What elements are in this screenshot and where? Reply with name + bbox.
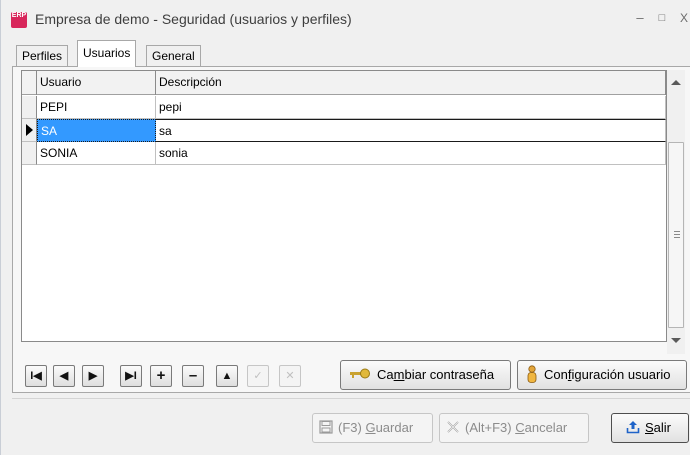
footer-separator — [12, 398, 690, 399]
users-grid[interactable]: Usuario Descripción PEPI pepi SA sa SONI… — [21, 70, 667, 342]
user-configuration-button[interactable]: Configuración usuario — [517, 360, 687, 390]
cancel-label: (Alt+F3) Cancelar — [465, 420, 568, 435]
tab-usuarios[interactable]: Usuarios — [77, 40, 137, 67]
window: ERP Empresa de demo - Seguridad (usuario… — [0, 0, 690, 455]
row-indicator[interactable] — [22, 96, 37, 119]
grid-vertical-scrollbar[interactable] — [667, 70, 685, 354]
exit-label: Salir — [645, 420, 672, 435]
save-button[interactable]: (F3) Guardar — [312, 413, 433, 443]
nav-prior-button[interactable]: ◀ — [53, 365, 75, 387]
scrollbar-thumb[interactable] — [668, 142, 684, 328]
grip-line — [674, 234, 680, 235]
scroll-down-arrow-icon[interactable] — [671, 338, 681, 343]
minimize-button[interactable]: – — [633, 10, 647, 26]
column-header-descripcion[interactable]: Descripción — [156, 71, 666, 95]
window-title: Empresa de demo - Seguridad (usuarios y … — [35, 11, 352, 27]
row-indicator-current[interactable] — [22, 119, 37, 142]
nav-edit-button[interactable]: ▲ — [216, 365, 238, 387]
cell-descripcion[interactable]: pepi — [156, 96, 666, 119]
header-indicator-cell — [22, 71, 37, 95]
cell-descripcion[interactable]: sonia — [156, 142, 666, 165]
floppy-disk-icon — [319, 420, 333, 434]
nav-delete-button[interactable]: – — [182, 365, 204, 387]
tab-general[interactable]: General — [146, 45, 201, 67]
column-header-usuario[interactable]: Usuario — [37, 71, 156, 95]
user-icon — [527, 365, 537, 383]
nav-next-button[interactable]: ▶ — [82, 365, 104, 387]
x-icon — [447, 421, 459, 433]
close-button[interactable]: X — [677, 10, 690, 26]
upload-exit-icon — [626, 421, 640, 434]
erp-app-icon: ERP — [11, 12, 27, 28]
cell-usuario[interactable]: SONIA — [37, 142, 156, 165]
nav-last-button[interactable]: ▶I — [120, 365, 142, 387]
exit-button[interactable]: Salir — [611, 413, 689, 443]
user-configuration-label: Configuración usuario — [544, 367, 671, 382]
tab-perfiles[interactable]: Perfiles — [16, 45, 69, 67]
nav-insert-button[interactable]: + — [150, 365, 172, 387]
current-row-arrow-icon — [26, 124, 33, 136]
cell-usuario[interactable]: PEPI — [37, 96, 156, 119]
grid-header: Usuario Descripción — [22, 71, 666, 95]
grip-line — [674, 231, 680, 232]
row-indicator[interactable] — [22, 142, 37, 165]
title-bar: ERP Empresa de demo - Seguridad (usuario… — [1, 0, 690, 38]
nav-first-button[interactable]: I◀ — [25, 365, 47, 387]
change-password-button[interactable]: Cambiar contraseña — [340, 360, 511, 390]
nav-cancel-button[interactable]: ✕ — [279, 365, 301, 387]
change-password-label: Cambiar contraseña — [377, 367, 495, 382]
cell-usuario-selected[interactable]: SA — [37, 119, 156, 142]
save-label: (F3) Guardar — [338, 420, 414, 435]
nav-post-button[interactable]: ✓ — [247, 365, 269, 387]
scroll-up-arrow-icon[interactable] — [671, 80, 681, 85]
maximize-button[interactable]: □ — [655, 10, 669, 26]
key-icon — [350, 368, 370, 379]
grip-line — [674, 237, 680, 238]
cancel-button[interactable]: (Alt+F3) Cancelar — [439, 413, 589, 443]
cell-descripcion[interactable]: sa — [156, 119, 666, 142]
